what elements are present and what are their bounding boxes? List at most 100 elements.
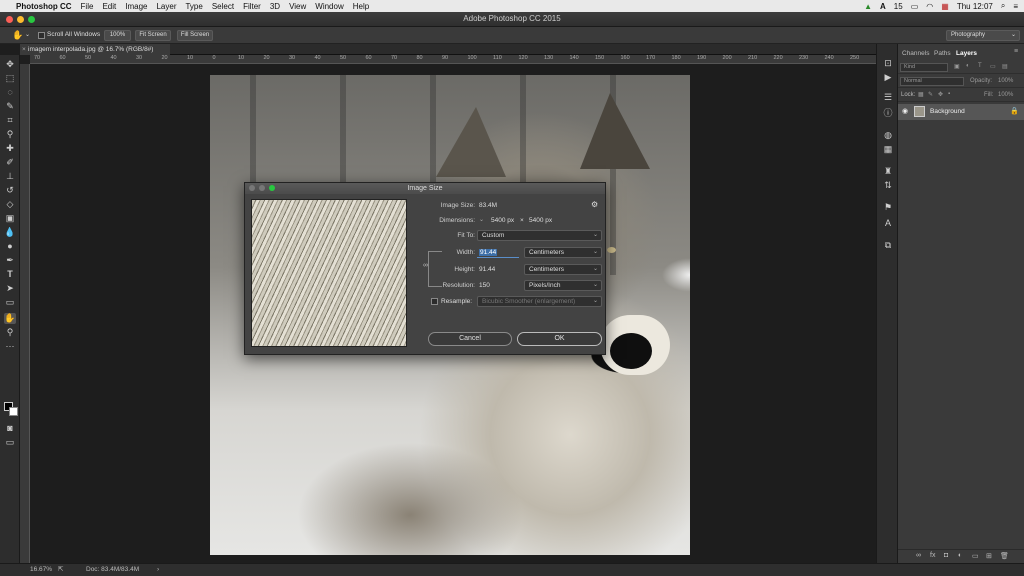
upload-icon[interactable]: ▲ <box>864 2 872 11</box>
resolution-input[interactable]: 150 <box>477 280 519 291</box>
type-tool-icon[interactable]: T <box>4 269 16 280</box>
color-panel-icon[interactable]: ◍ <box>882 130 894 141</box>
link-layers-icon[interactable]: ∞ <box>916 552 921 559</box>
adobe-icon[interactable]: A <box>880 2 886 11</box>
libraries-panel-icon[interactable]: ⇅ <box>882 180 894 191</box>
horizontal-ruler[interactable]: 70 60 50 40 30 20 10 0 10 20 30 40 50 60 70 80 90 100 110 1… <box>30 55 876 64</box>
gear-icon[interactable]: ⚙ <box>591 200 598 209</box>
filter-shape-icon[interactable]: ▭ <box>990 63 996 70</box>
menu-layer[interactable]: Layer <box>156 2 176 11</box>
tab-paths[interactable]: Paths <box>934 50 951 57</box>
filter-kind-select[interactable]: Kind <box>900 63 948 72</box>
paragraph-panel-icon[interactable]: ⧉ <box>882 240 894 251</box>
clone-stamp-tool-icon[interactable]: ⊥ <box>4 171 16 182</box>
spotlight-icon[interactable]: ⌕ <box>1001 1 1005 11</box>
clock[interactable]: Thu 12:07 <box>957 2 993 11</box>
swatches-panel-icon[interactable]: ▦ <box>882 144 894 155</box>
menu-help[interactable]: Help <box>353 2 369 11</box>
lock-all-icon[interactable]: ▪ <box>948 91 950 97</box>
tab-channels[interactable]: Channels <box>902 50 929 57</box>
dialog-zoom-icon[interactable] <box>269 185 275 191</box>
menu-select[interactable]: Select <box>212 2 234 11</box>
fill-value[interactable]: 100% <box>998 92 1013 98</box>
width-input[interactable]: 91.44 <box>477 247 519 258</box>
scroll-all-checkbox[interactable] <box>38 32 45 39</box>
path-select-tool-icon[interactable]: ➤ <box>4 283 16 294</box>
cancel-button[interactable]: Cancel <box>428 332 512 346</box>
menu-window[interactable]: Window <box>315 2 343 11</box>
resample-checkbox[interactable] <box>431 298 438 305</box>
dodge-tool-icon[interactable]: ● <box>4 241 16 252</box>
vertical-ruler[interactable] <box>20 64 30 563</box>
panel-menu-icon[interactable]: ≡ <box>1014 48 1018 55</box>
menu-3d[interactable]: 3D <box>270 2 280 11</box>
filter-adjustment-icon[interactable]: ◐ <box>966 63 970 69</box>
list-icon[interactable]: ≡ <box>1013 2 1018 11</box>
background-color-swatch[interactable] <box>9 407 18 416</box>
history-panel-icon[interactable]: ⊡ <box>882 58 894 69</box>
lock-position-icon[interactable]: ✥ <box>938 91 943 98</box>
share-icon[interactable]: ⇱ <box>58 565 63 573</box>
tool-preset-chevron-icon[interactable]: ⌄ <box>25 31 30 38</box>
delete-layer-icon[interactable]: 🗑 <box>1000 552 1009 560</box>
chevron-down-icon[interactable]: ⌄ <box>479 216 484 223</box>
shape-tool-icon[interactable]: ▭ <box>4 297 16 308</box>
fit-to-select[interactable]: Custom ⌄ <box>477 230 602 241</box>
menu-file[interactable]: File <box>81 2 94 11</box>
quick-select-tool-icon[interactable]: ✎ <box>4 101 16 112</box>
image-preview[interactable] <box>251 199 407 347</box>
dialog-close-icon[interactable] <box>249 185 255 191</box>
close-tab-icon[interactable]: × <box>22 44 26 55</box>
battery-icon[interactable]: ▭ <box>911 2 919 11</box>
lock-transparent-icon[interactable]: ▦ <box>918 91 924 98</box>
properties-panel-icon[interactable]: ☰ <box>882 92 894 103</box>
hand-tool-icon[interactable]: ✋ <box>4 313 16 324</box>
height-input[interactable]: 91.44 <box>477 264 519 275</box>
resolution-unit-select[interactable]: Pixels/Inch ⌄ <box>524 280 602 291</box>
menu-type[interactable]: Type <box>185 2 202 11</box>
opacity-value[interactable]: 100% <box>998 78 1013 84</box>
adjustments-panel-icon[interactable]: ♜ <box>882 166 894 177</box>
eraser-tool-icon[interactable]: ◇ <box>4 199 16 210</box>
blend-mode-select[interactable]: Normal <box>900 77 964 86</box>
filter-smart-object-icon[interactable]: ▤ <box>1002 63 1008 70</box>
add-mask-icon[interactable]: ◘ <box>944 552 948 559</box>
new-layer-icon[interactable]: ⊞ <box>986 552 992 560</box>
more-tools-icon[interactable]: ··· <box>4 341 16 352</box>
gradient-tool-icon[interactable]: ▣ <box>4 213 16 224</box>
document-tab[interactable]: × imagem interpolada.jpg @ 16.7% (RGB/8#… <box>20 44 170 55</box>
marquee-tool-icon[interactable]: ⬚ <box>4 73 16 84</box>
healing-brush-tool-icon[interactable]: ✚ <box>4 143 16 154</box>
filter-type-icon[interactable]: T <box>978 63 982 69</box>
lock-pixels-icon[interactable]: ✎ <box>928 91 933 98</box>
zoom-level[interactable]: 16.67% <box>30 566 52 573</box>
resample-select[interactable]: Bicubic Smoother (enlargement) ⌄ <box>477 296 602 307</box>
menu-app-name[interactable]: Photoshop CC <box>16 2 72 11</box>
workspace-select[interactable]: Photography ⌄ <box>946 30 1020 41</box>
menu-edit[interactable]: Edit <box>102 2 116 11</box>
layer-row-background[interactable]: ◉ Background 🔒 <box>898 104 1024 120</box>
screen-mode-icon[interactable]: ▭ <box>4 437 16 448</box>
zoom-100-button[interactable]: 100% <box>104 30 131 41</box>
eyedropper-tool-icon[interactable]: ⚲ <box>4 129 16 140</box>
crop-tool-icon[interactable]: ⌗ <box>4 115 16 126</box>
move-tool-icon[interactable]: ✥ <box>4 59 16 70</box>
new-group-icon[interactable]: ▭ <box>972 552 979 560</box>
pen-tool-icon[interactable]: ✒ <box>4 255 16 266</box>
character-panel-icon[interactable]: A <box>882 218 894 229</box>
zoom-tool-icon[interactable]: ⚲ <box>4 327 16 338</box>
menu-filter[interactable]: Filter <box>243 2 261 11</box>
height-unit-select[interactable]: Centimeters ⌄ <box>524 264 602 275</box>
filter-image-icon[interactable]: ▣ <box>954 63 960 70</box>
tab-layers[interactable]: Layers <box>956 50 977 57</box>
hand-tool-icon[interactable]: ✋ <box>12 30 23 41</box>
blur-tool-icon[interactable]: 💧 <box>4 227 16 238</box>
menu-view[interactable]: View <box>289 2 306 11</box>
wifi-icon[interactable]: ◠ <box>926 2 933 11</box>
actions-play-icon[interactable]: ▶ <box>882 72 894 83</box>
history-brush-tool-icon[interactable]: ↺ <box>4 185 16 196</box>
flag-icon[interactable]: ▦ <box>941 2 949 11</box>
lasso-tool-icon[interactable]: ◌ <box>4 87 16 98</box>
eye-icon[interactable]: ◉ <box>902 107 908 115</box>
status-menu-icon[interactable]: › <box>157 566 159 573</box>
